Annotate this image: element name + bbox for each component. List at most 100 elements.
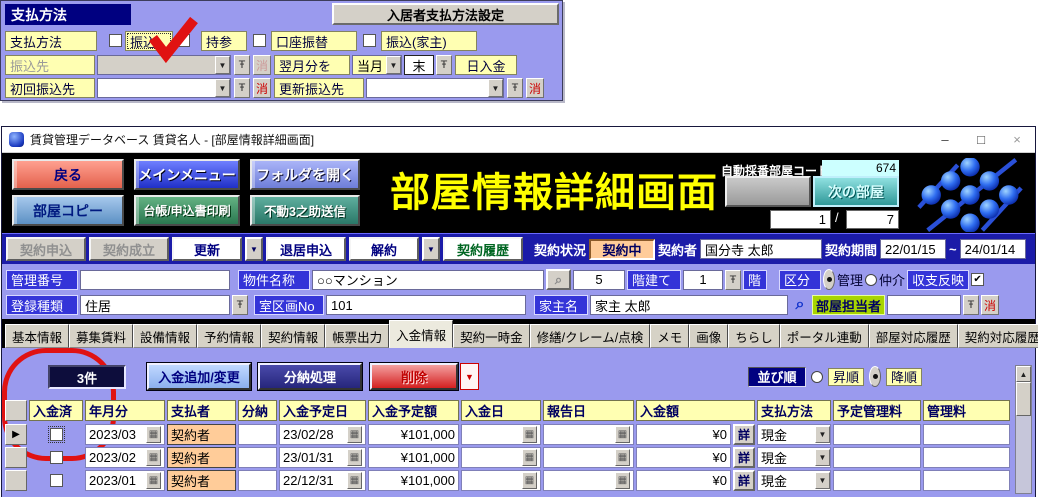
method-select[interactable]: 現金▼ [757, 424, 831, 445]
owner-name-field[interactable]: 家主 太郎 [590, 295, 788, 315]
kouza-furikae-label[interactable]: 口座振替 [271, 31, 357, 51]
room-copy-button[interactable]: 部屋コピー [12, 195, 124, 226]
renewal-transfer-select[interactable]: ▼ [366, 78, 504, 98]
detail-button[interactable]: 詳 [733, 470, 755, 491]
category-manage-radio[interactable] [823, 269, 835, 290]
floor-combo-button[interactable]: Ŧ [725, 270, 741, 290]
period-to-field[interactable]: 24/01/14 [960, 239, 1026, 259]
fudo-send-button[interactable]: 不動3之助送信 [250, 195, 360, 226]
payer-cell[interactable]: 契約者 [167, 447, 236, 468]
sort-asc-radio[interactable] [811, 371, 823, 383]
fee-cell[interactable] [923, 447, 1010, 468]
tab-room-response-history[interactable]: 部屋対応履歴 [869, 324, 958, 348]
grid-picker-icon[interactable]: ▦ [615, 449, 630, 466]
report-date-cell[interactable]: ▦ [543, 424, 634, 445]
dropdown-icon[interactable]: ▼ [488, 79, 503, 97]
dropdown-icon[interactable]: ▼ [815, 449, 830, 466]
delete-dropdown-icon[interactable]: ▼ [460, 363, 479, 390]
close-button[interactable]: × [999, 127, 1035, 152]
planned-fee-cell[interactable] [833, 470, 921, 491]
renewal-transfer-clear-button[interactable]: 消 [526, 78, 544, 98]
day-deposit-button[interactable]: 日入金 [455, 55, 517, 75]
planned-fee-cell[interactable] [833, 424, 921, 445]
jisan-label[interactable]: 持参 [201, 31, 247, 51]
page-current-field[interactable]: 1 [770, 210, 831, 229]
terminate-dropdown-icon[interactable]: ▼ [422, 237, 440, 261]
minimize-button[interactable]: – [927, 127, 963, 152]
contractor-field[interactable]: 国分寺 太郎 [700, 239, 822, 259]
move-out-button[interactable]: 退居申込 [266, 237, 346, 261]
furikomi-yanushi-label[interactable]: 振込(家主) [381, 31, 477, 51]
payer-cell[interactable]: 契約者 [167, 470, 236, 491]
kouza-furikae-checkbox[interactable] [253, 34, 266, 47]
fee-cell[interactable] [923, 470, 1010, 491]
up-arrow-icon[interactable]: ▲ [1016, 366, 1031, 382]
room-no-field[interactable]: 101 [326, 295, 526, 315]
fee-cell[interactable] [923, 424, 1010, 445]
method-select[interactable]: 現金▼ [757, 447, 831, 468]
tab-contract-response-history[interactable]: 契約対応履歴 [958, 324, 1038, 348]
tab-repair-claim[interactable]: 修繕/クレーム/点検 [530, 324, 651, 348]
due-amount-cell[interactable]: ¥101,000 [368, 470, 459, 491]
prev-room-button[interactable] [725, 176, 811, 207]
grid-picker-icon[interactable]: ▦ [347, 449, 362, 466]
room-staff-clear-button[interactable]: 消 [981, 295, 999, 315]
detail-button[interactable]: 詳 [733, 424, 755, 445]
first-transfer-clear-button[interactable]: 消 [253, 78, 271, 98]
room-staff-field[interactable] [887, 295, 961, 315]
split-payment-button[interactable]: 分納処理 [258, 363, 362, 390]
tab-reservation[interactable]: 予約情報 [197, 324, 261, 348]
paid-date-cell[interactable]: ▦ [461, 447, 541, 468]
category-broker-radio[interactable] [865, 274, 877, 286]
reg-type-select[interactable]: 住居 [80, 295, 230, 315]
grid-picker-icon[interactable]: ▦ [522, 472, 537, 489]
day-field[interactable]: 末 [404, 55, 434, 75]
period-from-field[interactable]: 22/01/15 [880, 239, 946, 259]
renewal-transfer-combo-button[interactable]: Ŧ [507, 78, 523, 98]
grid-picker-icon[interactable]: ▦ [146, 449, 161, 466]
month-cell[interactable]: 2023/01▦ [85, 470, 165, 491]
vertical-scrollbar[interactable]: ▲ [1015, 365, 1032, 494]
search-icon[interactable]: ⌕ [790, 296, 810, 314]
month-cell[interactable]: 2023/02▦ [85, 447, 165, 468]
main-menu-button[interactable]: メインメニュー [134, 159, 240, 190]
floor-field[interactable]: 1 [683, 270, 723, 290]
scrollbar-thumb[interactable] [1016, 382, 1031, 416]
month-cell[interactable]: 2023/03▦ [85, 424, 165, 445]
first-transfer-select[interactable]: ▼ [97, 78, 231, 98]
tab-contract-lump-sum[interactable]: 契約一時金 [453, 324, 530, 348]
back-button[interactable]: 戻る [12, 159, 124, 190]
dropdown-icon[interactable]: ▼ [815, 426, 830, 443]
furikomi-yanushi-checkbox[interactable] [363, 34, 376, 47]
paid-checkbox[interactable] [50, 474, 63, 487]
payer-cell[interactable]: 契約者 [167, 424, 236, 445]
tab-report-output[interactable]: 帳票出力 [325, 324, 389, 348]
detail-button[interactable]: 詳 [733, 447, 755, 468]
due-date-cell[interactable]: 23/02/28▦ [279, 424, 366, 445]
room-staff-combo-button[interactable]: Ŧ [963, 295, 979, 315]
due-amount-cell[interactable]: ¥101,000 [368, 424, 459, 445]
tenant-payment-settings-button[interactable]: 入居者支払方法設定 [332, 3, 559, 25]
ledger-print-button[interactable]: 台帳/申込書印刷 [134, 195, 240, 226]
dropdown-icon[interactable]: ▼ [215, 79, 230, 97]
dropdown-icon[interactable]: ▼ [386, 56, 401, 74]
paid-checkbox[interactable] [50, 428, 63, 441]
contract-history-button[interactable]: 契約履歴 [443, 237, 523, 261]
amount-cell[interactable]: ¥0 [636, 470, 731, 491]
grid-picker-icon[interactable]: ▦ [522, 426, 537, 443]
paid-date-cell[interactable]: ▦ [461, 424, 541, 445]
paid-date-cell[interactable]: ▦ [461, 470, 541, 491]
grid-picker-icon[interactable]: ▦ [347, 426, 362, 443]
reg-type-combo-button[interactable]: Ŧ [232, 295, 248, 315]
add-payment-button[interactable]: 入金追加/変更 [147, 363, 251, 390]
property-name-field[interactable]: ○○マンション [312, 270, 544, 290]
furikomi-checkbox[interactable] [109, 34, 122, 47]
paid-checkbox[interactable] [50, 451, 63, 464]
balance-reflect-checkbox[interactable]: ✔ [971, 273, 984, 286]
report-date-cell[interactable]: ▦ [543, 470, 634, 491]
tab-images[interactable]: 画像 [689, 324, 728, 348]
terminate-button[interactable]: 解約 [349, 237, 419, 261]
due-amount-cell[interactable]: ¥101,000 [368, 447, 459, 468]
planned-fee-cell[interactable] [833, 447, 921, 468]
due-date-cell[interactable]: 22/12/31▦ [279, 470, 366, 491]
